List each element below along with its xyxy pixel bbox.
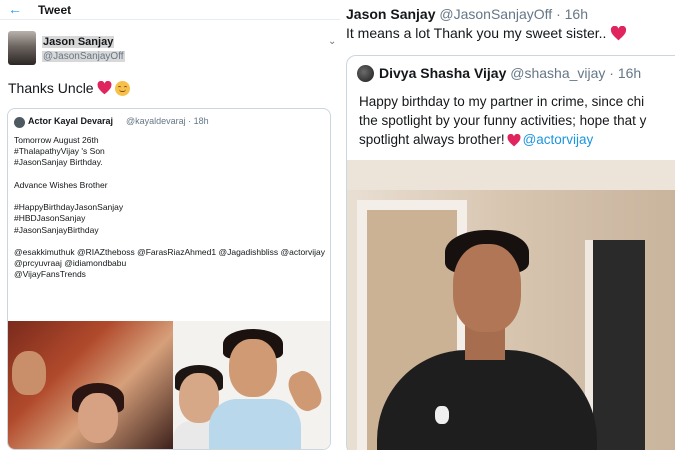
quoted-photo[interactable] [347, 160, 675, 450]
quote-line: Advance Wishes Brother [14, 179, 108, 190]
face-shape [229, 339, 277, 397]
header-title: Tweet [38, 3, 72, 17]
ceiling-shape [347, 160, 675, 190]
hashtag-link[interactable]: #JasonSanjayBirthday [14, 225, 324, 236]
quote-line-text: spotlight always brother! [359, 132, 505, 147]
red-heart-icon [97, 80, 112, 95]
quote-line: Tomorrow August 26th [14, 135, 99, 145]
face-shape [453, 244, 521, 332]
red-heart-icon [507, 133, 521, 147]
mentions-line[interactable]: @esakkimuthuk @RIAZtheboss @FarasRiazAhm… [14, 247, 325, 258]
quoted-meta: @kayaldevaraj · 18h [126, 116, 209, 126]
quoted-tweet-body: Tomorrow August 26th #ThalapathyVijay 's… [14, 135, 325, 280]
author-handle[interactable]: @JasonSanjayOff · 16h [439, 6, 588, 22]
quote-line: spotlight always brother! @actorvijay [359, 130, 646, 149]
quoted-photo-1[interactable] [8, 321, 173, 449]
tweet-text: Thanks Uncle [8, 80, 130, 96]
left-tweet-panel: ← Tweet Jason Sanjay @JasonSanjayOff ⌄ T… [0, 0, 340, 450]
chevron-down-icon[interactable]: ⌄ [328, 36, 336, 47]
right-tweet-panel: Jason Sanjay @JasonSanjayOff · 16h It me… [340, 0, 675, 450]
back-arrow-icon[interactable]: ← [8, 1, 22, 17]
author-handle[interactable]: @JasonSanjayOff [42, 51, 125, 62]
quoted-author-name[interactable]: Divya Shasha Vijay [379, 65, 506, 81]
hashtag-link[interactable]: #HappyBirthdayJasonSanjay [14, 202, 324, 213]
quote-line: #JasonSanjay Birthday. [14, 157, 103, 168]
red-heart-icon [610, 25, 627, 41]
mentions-line[interactable]: @prcyuvraaj @idiamondbabu [14, 258, 324, 269]
tweet-header-bar: ← Tweet [0, 0, 340, 20]
quoted-tweet[interactable]: Actor Kayal Devaraj @kayaldevaraj · 18h … [7, 108, 331, 450]
shirt-shape [209, 399, 301, 449]
mention-link[interactable]: @actorvijay [523, 130, 594, 149]
quoted-author-handle[interactable]: @shasha_vijay · 16h [510, 65, 641, 81]
shirt-logo-shape [435, 406, 449, 424]
author-name[interactable]: Jason Sanjay [346, 6, 436, 22]
hashtag-link[interactable]: #HBDJasonSanjay [14, 213, 324, 224]
tweet-text-body: It means a lot Thank you my sweet sister… [346, 25, 607, 41]
quoted-photo-2[interactable] [173, 321, 330, 449]
face-shape [12, 351, 46, 395]
tweet-text-body: Thanks Uncle [8, 80, 94, 96]
quoted-avatar[interactable] [14, 117, 25, 128]
quote-line: Happy birthday to my partner in crime, s… [359, 94, 645, 109]
author-line: Jason Sanjay @JasonSanjayOff · 16h [346, 6, 588, 22]
face-shape [78, 393, 118, 443]
quoted-tweet-body: Happy birthday to my partner in crime, s… [359, 92, 646, 149]
author-name[interactable]: Jason Sanjay [42, 36, 115, 48]
quote-line: the spotlight by your funny activities; … [359, 113, 647, 128]
quoted-avatar[interactable] [357, 65, 374, 82]
smiling-face-icon [114, 80, 130, 96]
quote-line: #ThalapathyVijay 's Son [14, 146, 105, 157]
quoted-tweet[interactable]: Divya Shasha Vijay @shasha_vijay · 16h H… [346, 55, 675, 450]
quoted-author-line: Divya Shasha Vijay @shasha_vijay · 16h [379, 65, 641, 81]
avatar[interactable] [8, 31, 36, 65]
tweet-text: It means a lot Thank you my sweet sister… [346, 25, 627, 41]
quoted-author-name[interactable]: Actor Kayal Devaraj [28, 116, 113, 126]
mentions-line[interactable]: @VijayFansTrends [14, 269, 324, 280]
